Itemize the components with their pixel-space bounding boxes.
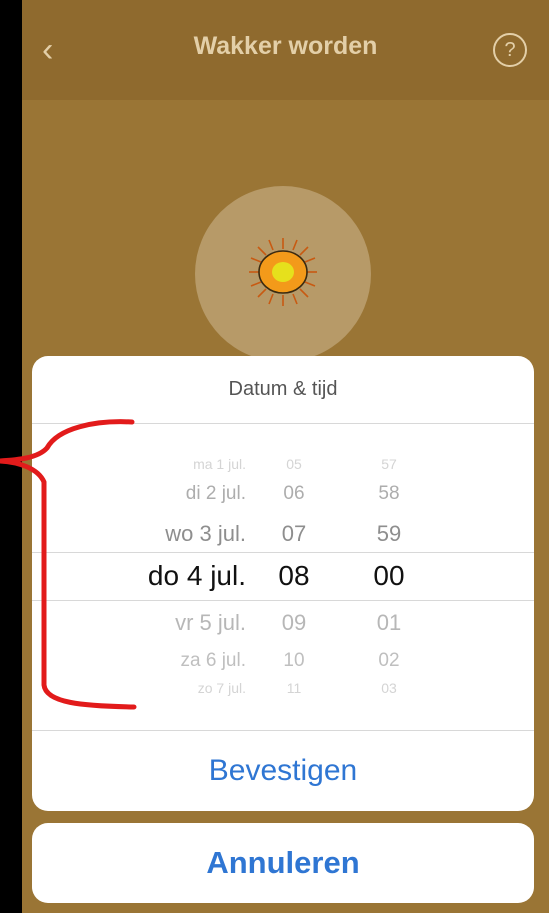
cancel-sheet: Annuleren: [32, 823, 534, 903]
confirm-button[interactable]: Bevestigen: [32, 730, 534, 811]
selected-date[interactable]: do 4 jul.: [148, 556, 246, 596]
selected-minute[interactable]: 00: [357, 556, 421, 596]
minute-option[interactable]: 03: [357, 668, 421, 708]
date-option[interactable]: zo 7 jul.: [198, 668, 246, 708]
hour-option[interactable]: 06: [262, 474, 326, 514]
date-option[interactable]: vr 5 jul.: [175, 603, 246, 643]
minute-option[interactable]: 59: [357, 514, 421, 554]
minute-option[interactable]: 58: [357, 474, 421, 514]
page-title: Wakker worden: [193, 32, 378, 60]
hour-option[interactable]: 07: [262, 514, 326, 554]
red-bracket-annotation: [0, 419, 137, 710]
date-option[interactable]: di 2 jul.: [186, 474, 246, 514]
minute-option[interactable]: 01: [357, 603, 421, 643]
picker-title: Datum & tijd: [228, 378, 338, 400]
date-option[interactable]: wo 3 jul.: [165, 514, 246, 554]
hour-option[interactable]: 11: [262, 668, 326, 708]
cancel-button[interactable]: Annuleren: [32, 823, 534, 903]
hour-option[interactable]: 09: [262, 603, 326, 643]
top-bar: ‹ Wakker worden ?: [22, 0, 549, 100]
help-button[interactable]: ?: [493, 33, 527, 67]
sun-icon: [249, 238, 317, 306]
selected-hour[interactable]: 08: [262, 556, 326, 596]
